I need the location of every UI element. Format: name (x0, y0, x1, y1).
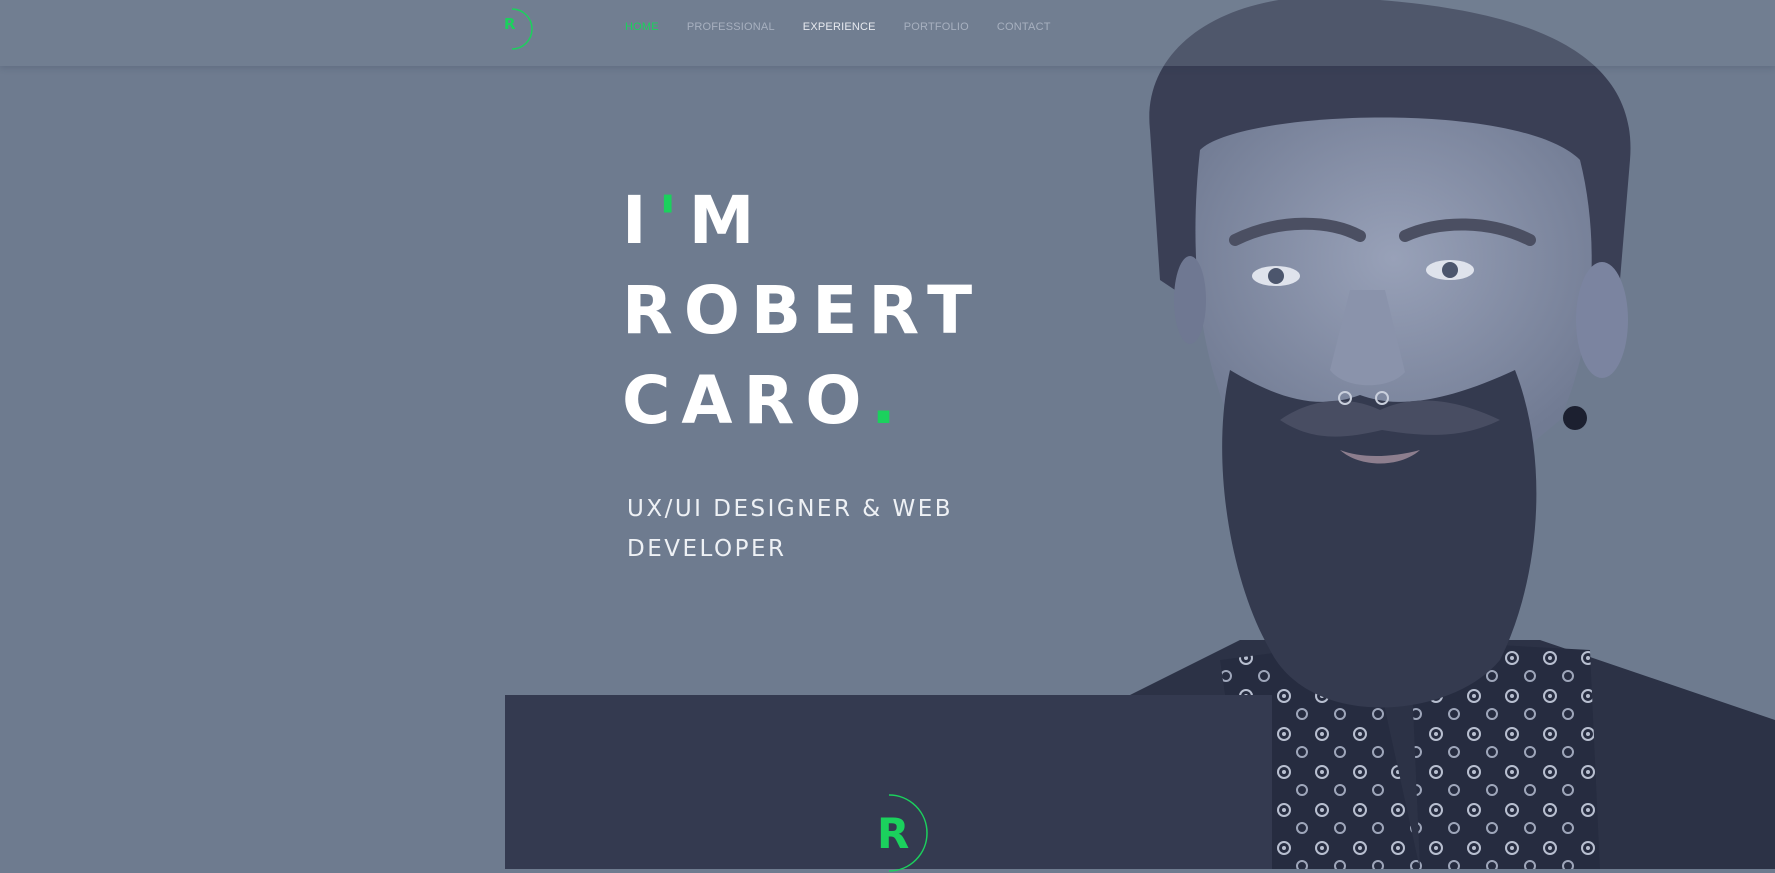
hero-line-1-b: M (688, 182, 766, 259)
intro-card: R (505, 695, 1272, 872)
hero-heading: I'M ROBERT CARO. (622, 176, 983, 446)
top-navbar: R HOME PROFESSIONAL EXPERIENCE PORTFOLIO… (0, 0, 1775, 66)
hero-line-1-a: I (622, 182, 658, 259)
hero-subtitle: UX/UI DESIGNER & WEB DEVELOPER (627, 496, 954, 562)
hero-line-3: CARO. (622, 356, 983, 446)
nav-professional[interactable]: PROFESSIONAL (687, 21, 775, 33)
nav-portfolio[interactable]: PORTFOLIO (904, 21, 969, 33)
site-logo[interactable]: R (500, 7, 536, 51)
nav-contact[interactable]: CONTACT (997, 21, 1051, 33)
card-logo: R (867, 793, 937, 873)
logo-letter: R (504, 15, 516, 33)
hero-apostrophe: ' (657, 182, 689, 259)
nav-home[interactable]: HOME (625, 21, 659, 33)
hero-name-last: CARO (622, 362, 871, 439)
card-logo-letter: R (877, 809, 910, 858)
hero-accent-dot: . (871, 362, 908, 439)
main-nav: HOME PROFESSIONAL EXPERIENCE PORTFOLIO C… (625, 21, 1079, 33)
hero-line-2: ROBERT (622, 272, 984, 349)
hero-line-1: I'M (622, 176, 983, 266)
nav-experience[interactable]: EXPERIENCE (803, 21, 876, 33)
